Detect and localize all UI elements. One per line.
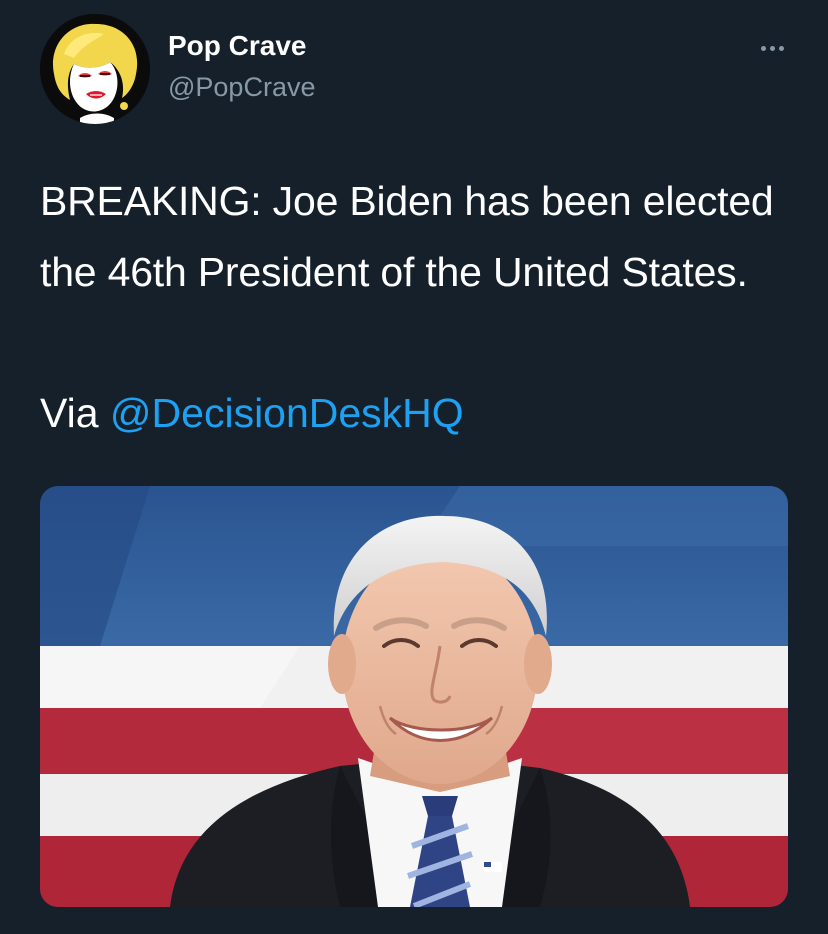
- more-dot: [760, 45, 766, 51]
- tweet-media-photo[interactable]: [40, 486, 788, 907]
- tweet-card[interactable]: Pop Crave @PopCrave BREAKING: Joe Biden …: [0, 0, 828, 934]
- media-image: [40, 486, 788, 907]
- more-options-icon[interactable]: [752, 28, 792, 68]
- display-name[interactable]: Pop Crave: [168, 30, 307, 62]
- more-dot: [778, 45, 784, 51]
- tweet-text: BREAKING: Joe Biden has been elected the…: [40, 178, 774, 295]
- more-dot: [769, 45, 775, 51]
- mention-link[interactable]: @DecisionDeskHQ: [110, 390, 464, 436]
- avatar[interactable]: [40, 14, 150, 124]
- via-line: Via @DecisionDeskHQ: [40, 378, 464, 449]
- avatar-portrait-icon: [40, 14, 150, 124]
- via-prefix: Via: [40, 390, 110, 436]
- user-handle[interactable]: @PopCrave: [168, 72, 315, 103]
